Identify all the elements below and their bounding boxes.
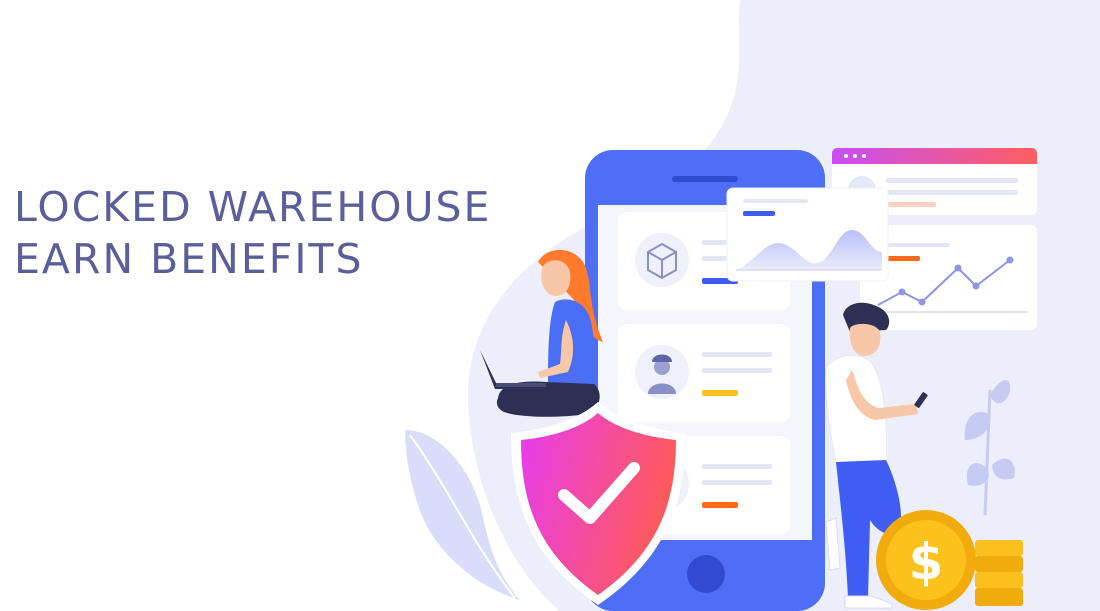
- area-chart-card: [726, 187, 889, 282]
- svg-text:$: $: [909, 533, 944, 591]
- illustration: $: [405, 0, 1100, 611]
- coin-stack: [975, 540, 1023, 606]
- hero-banner: LOCKED WAREHOUSE EARN BENEFITS $: [0, 0, 1100, 611]
- phone-home-button: [687, 555, 725, 593]
- dollar-icon: $: [876, 510, 976, 610]
